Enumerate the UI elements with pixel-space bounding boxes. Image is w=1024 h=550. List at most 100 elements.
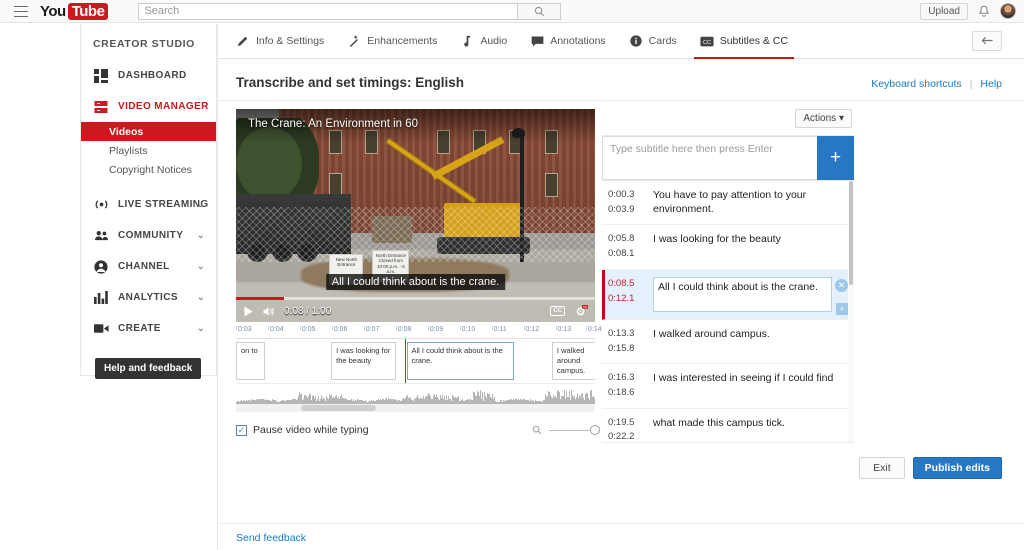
- subtitle-start-time[interactable]: 0:08.5: [608, 277, 653, 292]
- subtitle-times[interactable]: 0:16.3 0:18.6: [608, 371, 653, 400]
- timeline-cue[interactable]: I was looking for the beauty: [331, 342, 396, 380]
- subtitle-times[interactable]: 0:05.8 0:08.1: [608, 232, 653, 261]
- subtitle-times[interactable]: 0:08.5 0:12.1: [608, 277, 653, 312]
- subtitle-start-time[interactable]: 0:16.3: [608, 371, 653, 386]
- magic-wand-icon: [347, 34, 361, 48]
- sidebar-item-dashboard[interactable]: DASHBOARD: [81, 60, 216, 91]
- scrollbar-thumb[interactable]: [849, 181, 853, 285]
- video-controls: 0:08 / 1:00 CC HD: [236, 300, 595, 322]
- tab-info-settings[interactable]: Info & Settings: [236, 24, 324, 59]
- chevron-down-icon[interactable]: ⌄: [197, 230, 205, 241]
- sidebar-subitem-copyright-notices[interactable]: Copyright Notices: [81, 160, 216, 179]
- dashboard-icon: [93, 68, 109, 84]
- subtitle-list-scrollbar[interactable]: [848, 181, 854, 442]
- sidebar-item-community[interactable]: COMMUNITY ⌄: [81, 220, 216, 251]
- subtitle-row[interactable]: 0:19.5 0:22.2 what made this campus tick…: [602, 409, 854, 443]
- avatar[interactable]: [1000, 3, 1016, 19]
- play-button[interactable]: [243, 306, 254, 317]
- subtitle-times[interactable]: 0:19.5 0:22.2: [608, 416, 653, 443]
- subtitle-text[interactable]: I walked around campus.: [653, 327, 854, 356]
- scrollbar-thumb[interactable]: [301, 405, 376, 411]
- tab-audio[interactable]: Audio: [460, 24, 507, 59]
- zoom-slider-handle[interactable]: [590, 425, 600, 435]
- subtitle-end-time[interactable]: 0:22.2: [608, 430, 653, 443]
- help-and-feedback-button[interactable]: Help and feedback: [95, 358, 201, 379]
- help-link[interactable]: Help: [980, 78, 1002, 90]
- timeline-playhead[interactable]: [405, 339, 406, 384]
- tab-annotations[interactable]: Annotations: [530, 24, 605, 59]
- ruler-tick: 0:06: [332, 326, 348, 333]
- timeline[interactable]: 0:03 0:04 0:05 0:06 0:07 0:08 0:09 0:10 …: [236, 326, 595, 412]
- subtitle-times[interactable]: 0:00.3 0:03.9: [608, 188, 653, 217]
- subtitle-end-time[interactable]: 0:03.9: [608, 203, 653, 218]
- sidebar-item-create[interactable]: CREATE ⌄: [81, 313, 216, 344]
- subtitle-end-time[interactable]: 0:18.6: [608, 386, 653, 401]
- upload-button[interactable]: Upload: [920, 3, 968, 20]
- subtitle-start-time[interactable]: 0:05.8: [608, 232, 653, 247]
- publish-edits-button[interactable]: Publish edits: [913, 457, 1002, 479]
- sidebar-subitem-playlists[interactable]: Playlists: [81, 141, 216, 160]
- send-feedback-link[interactable]: Send feedback: [236, 532, 306, 544]
- subtitle-list[interactable]: 0:00.3 0:03.9 You have to pay attention …: [602, 181, 854, 443]
- footer-divider: [218, 523, 1024, 524]
- back-button[interactable]: [972, 31, 1002, 51]
- tab-enhancements[interactable]: Enhancements: [347, 24, 437, 59]
- timeline-cue[interactable]: on to: [236, 342, 265, 380]
- timeline-ruler[interactable]: 0:03 0:04 0:05 0:06 0:07 0:08 0:09 0:10 …: [236, 326, 595, 339]
- tab-cards[interactable]: Cards: [629, 24, 677, 59]
- subtitle-start-time[interactable]: 0:13.3: [608, 327, 653, 342]
- exit-button[interactable]: Exit: [859, 457, 905, 479]
- sidebar-item-video-manager[interactable]: VIDEO MANAGER: [81, 91, 216, 122]
- subtitle-times[interactable]: 0:13.3 0:15.8: [608, 327, 653, 356]
- sidebar-subitem-videos[interactable]: Videos: [81, 122, 216, 141]
- bell-icon[interactable]: [978, 5, 990, 18]
- subtitle-row[interactable]: 0:05.8 0:08.1 I was looking for the beau…: [602, 225, 854, 269]
- chevron-down-icon[interactable]: ⌄: [197, 292, 205, 303]
- search-input[interactable]: Search: [138, 3, 518, 20]
- cc-toggle-button[interactable]: CC: [550, 306, 565, 316]
- tab-label: Info & Settings: [256, 35, 324, 47]
- sidebar-item-live-streaming[interactable]: LIVE STREAMING ⌄: [81, 189, 216, 220]
- subtitle-row[interactable]: 0:00.3 0:03.9 You have to pay attention …: [602, 181, 854, 225]
- insert-subtitle-button[interactable]: +: [836, 303, 848, 315]
- timeline-horizontal-scrollbar[interactable]: [236, 404, 595, 412]
- sidebar-item-label: ANALYTICS: [118, 292, 178, 303]
- subtitle-end-time[interactable]: 0:12.1: [608, 292, 653, 307]
- volume-button[interactable]: [263, 306, 275, 317]
- youtube-logo[interactable]: You Tube: [40, 3, 108, 20]
- subtitle-start-time[interactable]: 0:19.5: [608, 416, 653, 431]
- chevron-down-icon[interactable]: ⌄: [197, 323, 205, 334]
- search-button[interactable]: [518, 3, 561, 20]
- subtitle-row[interactable]: 0:13.3 0:15.8 I walked around campus.: [602, 320, 854, 364]
- chevron-down-icon[interactable]: ⌄: [197, 199, 205, 210]
- new-subtitle-input[interactable]: Type subtitle here then press Enter: [602, 136, 817, 180]
- pause-while-typing-checkbox[interactable]: ✓: [236, 425, 247, 436]
- delete-subtitle-button[interactable]: ✕: [835, 279, 848, 292]
- actions-button[interactable]: Actions ▾: [795, 109, 852, 128]
- timeline-cue-selected[interactable]: All I could think about is the crane.: [407, 342, 515, 380]
- keyboard-shortcuts-link[interactable]: Keyboard shortcuts: [871, 78, 961, 90]
- hamburger-icon[interactable]: [14, 6, 28, 17]
- subtitle-row[interactable]: 0:16.3 0:18.6 I was interested in seeing…: [602, 364, 854, 408]
- sidebar-item-analytics[interactable]: ANALYTICS ⌄: [81, 282, 216, 313]
- subtitle-text-editor[interactable]: All I could think about is the crane.: [653, 277, 832, 312]
- video-player[interactable]: New North Entrance North Entrance Closed…: [236, 109, 595, 322]
- subtitle-end-time[interactable]: 0:15.8: [608, 342, 653, 357]
- subtitle-end-time[interactable]: 0:08.1: [608, 247, 653, 262]
- subtitle-text[interactable]: what made this campus tick.: [653, 416, 854, 443]
- zoom-slider[interactable]: [549, 430, 595, 431]
- subtitle-row-active[interactable]: 0:08.5 0:12.1 All I could think about is…: [602, 270, 854, 320]
- subtitle-text[interactable]: I was looking for the beauty: [653, 232, 854, 261]
- add-subtitle-button[interactable]: +: [817, 136, 854, 180]
- subtitle-text[interactable]: You have to pay attention to your enviro…: [653, 188, 854, 217]
- timeline-cue[interactable]: I walked around campus.: [552, 342, 595, 380]
- subtitle-text[interactable]: I was interested in seeing if I could fi…: [653, 371, 854, 400]
- chevron-down-icon[interactable]: ⌄: [197, 261, 205, 272]
- chevron-down-icon: ▾: [839, 113, 844, 124]
- quality-settings-button[interactable]: HD: [575, 305, 588, 317]
- ruler-tick: 0:08: [396, 326, 412, 333]
- timeline-track[interactable]: on to I was looking for the beauty All I…: [236, 339, 595, 384]
- subtitle-start-time[interactable]: 0:00.3: [608, 188, 653, 203]
- sidebar-item-channel[interactable]: CHANNEL ⌄: [81, 251, 216, 282]
- tab-subtitles-cc[interactable]: CC Subtitles & CC: [700, 24, 788, 59]
